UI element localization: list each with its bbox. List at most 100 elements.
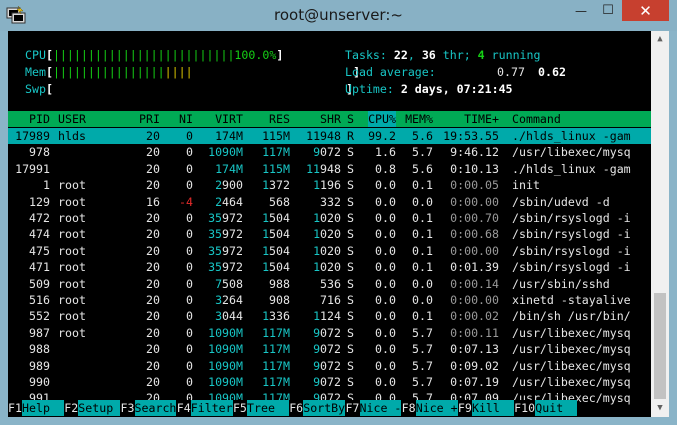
minimize-button[interactable]: — [567,0,595,21]
vertical-scrollbar[interactable]: ▲ ▼ [651,31,669,417]
fkey-f4-key[interactable]: F4 [176,400,191,417]
column-header-pid: PID [29,112,50,126]
cell-shr: 716 [320,293,341,307]
process-row[interactable]: 552 root 20 0 3044 1336 1124 S 0.0 0.1 0:00.02/bin… [8,308,651,324]
cell-pid: 1 [43,178,50,193]
column-header-pri: PRI [139,112,160,126]
process-row[interactable]: 989 20 0 1090M 117M 9072 S 0.0 5.7 0:09.02/usr/li… [8,358,651,374]
fkey-f7-key[interactable]: F7 [345,400,360,417]
cell-ni: 0 [186,129,193,143]
title-bar[interactable]: root@unserver:~ — ☐ ✕ [0,0,677,31]
terminal-screen[interactable]: CPU[||||||||||||||||||||||||||100.0%] Me… [8,31,651,417]
fkey-f8-button[interactable]: Nice + [415,400,458,417]
cell-mem: 5.6 [412,129,433,143]
tasks-count: 22 [393,48,408,62]
fkey-f2-button[interactable]: Setup [78,400,121,417]
scroll-up-icon[interactable]: ▲ [651,31,669,48]
process-row[interactable]: 978 20 0 1090M 117M 9072 S 1.6 5.7 9:46.12/usr/li… [8,144,651,160]
cell-state: S [347,342,354,357]
cell-user: root [58,260,86,275]
process-row[interactable]: 17989 hlds 20 0 174M 115M 11948 R 99.2 5.6 19:53.5… [8,128,651,145]
cell-mem: 0.1 [412,243,433,258]
cell-command: /sbin/rsyslogd -i [512,227,631,242]
cell-pid: 129 [29,194,50,209]
cell-mem: 5.7 [412,375,433,389]
fkey-f7-button[interactable]: Nice - [359,400,402,417]
process-row[interactable]: 1 root 20 0 2900 1372 1196 S 0.0 0.1 0:00.05 init [8,177,651,193]
cell-res: 1504 [262,243,290,258]
fkey-f10-button[interactable]: Quit [535,400,578,417]
fkey-f4-button[interactable]: Filter [190,400,233,417]
cell-cpu: 0.0 [375,260,396,275]
close-button[interactable]: ✕ [622,0,669,21]
cell-time: 19:53.55 [443,129,499,143]
uptime-label: Uptime: [345,82,401,96]
process-row[interactable]: 129 root 16 -4 2464 568 332 S 0.0 0.0 0:00.00/sbin… [8,194,651,210]
cell-pri: 20 [146,309,160,324]
cell-pri: 16 [146,194,160,209]
cell-state: R [347,129,354,143]
process-row[interactable]: 990 20 0 1090M 117M 9072 S 0.0 5.7 0:07.19/usr/li… [8,374,651,390]
fkey-f3-key[interactable]: F3 [120,400,135,417]
load-average-5: 0.62 [538,65,566,79]
cell-mem: 5.7 [412,145,433,160]
cell-user: root [58,243,86,258]
process-row[interactable]: 988 20 0 1090M 117M 9072 S 0.0 5.7 0:07.13/usr/li… [8,341,651,357]
cell-state: S [347,227,354,242]
fkey-f1-key[interactable]: F1 [8,400,22,417]
fkey-f10-key[interactable]: F10 [514,400,536,417]
process-row[interactable]: 509 root 20 0 7508 988 536 S 0.0 0.0 0:00.14/usr/s… [8,276,651,292]
cell-mem: 0.1 [412,211,433,225]
process-row[interactable]: 17991 20 0 174M 115M 11948 S 0.8 5.6 0:10.13 ./hld… [8,161,651,177]
process-row[interactable]: 987 root 20 0 1090M 117M 9072 S 0.0 5.7 0:00.11/us… [8,325,651,341]
maximize-button[interactable]: ☐ [595,0,621,21]
cell-pid: 978 [29,145,50,160]
cell-cpu: 0.0 [375,342,396,357]
cell-res: 988 [269,276,290,291]
cell-command: /usr/libexec/mysq [512,358,631,373]
cell-shr: 9072 [313,375,341,389]
function-key-bar: F1 Help F2 Setup F3 Search F4 Filter F5 Tree F6… [8,400,651,417]
fkey-f9-button[interactable]: Kill [471,400,514,417]
fkey-f5-key[interactable]: F5 [232,400,247,417]
fkey-f6-button[interactable]: SortBy [303,400,346,417]
cell-ni: 0 [186,178,193,193]
cell-ni: 0 [186,358,193,373]
scroll-down-icon[interactable]: ▼ [651,400,669,417]
cell-virt: 35972 [208,227,243,242]
cell-mem: 0.1 [412,227,433,242]
load-average-label: Load average: [345,65,443,79]
process-row[interactable]: 475 root 20 0 35972 1504 1020 S 0.0 0.1 0:00.00/sb… [8,243,651,259]
cell-cpu: 0.0 [375,375,396,389]
cell-pri: 20 [146,325,160,340]
fkey-f8-key[interactable]: F8 [401,400,416,417]
terminal-window: root@unserver:~ — ☐ ✕ CPU[||||||||||||||… [0,0,677,425]
running-count: 4 [477,48,485,62]
cell-command: ./hlds_linux -gam [512,161,631,176]
cell-pri: 20 [146,211,160,225]
threads-label: thr; [435,48,478,62]
process-row[interactable]: 471 root 20 0 35972 1504 1020 S 0.0 0.1 0:01.39/sb… [8,259,651,275]
scrollbar-thumb[interactable] [654,293,666,399]
cell-ni: 0 [186,276,193,291]
cell-user: root [58,211,86,225]
fkey-f5-button[interactable]: Tree [247,400,289,417]
fkey-f9-key[interactable]: F9 [457,400,472,417]
process-row[interactable]: 472 root 20 0 35972 1504 1020 S 0.0 0.1 0:00.70/sb… [8,210,651,226]
cell-state: S [347,293,354,307]
cell-state: S [347,375,354,389]
process-row[interactable]: 474 root 20 0 35972 1504 1020 S 0.0 0.1 0:00.68/sb… [8,226,651,242]
cell-mem: 0.0 [412,194,433,209]
cell-shr: 536 [320,276,341,291]
fkey-f3-button[interactable]: Search [134,400,177,417]
cell-pid: 988 [29,342,50,357]
cell-virt: 3264 [215,293,243,307]
fkey-f1-button[interactable]: Help [22,400,64,417]
process-table-header[interactable]: PID USER PRI NI VIRT RES SHR S CPU% MEM% TIME+ Comm… [8,111,651,128]
cell-cpu: 0.0 [375,211,396,225]
fkey-f2-key[interactable]: F2 [64,400,79,417]
process-row[interactable]: 516 root 20 0 3264 908 716 S 0.0 0.0 0:00.00 xinetd… [8,292,651,308]
cell-state: S [347,358,354,373]
fkey-f6-key[interactable]: F6 [289,400,304,417]
cell-ni: 0 [186,161,193,176]
